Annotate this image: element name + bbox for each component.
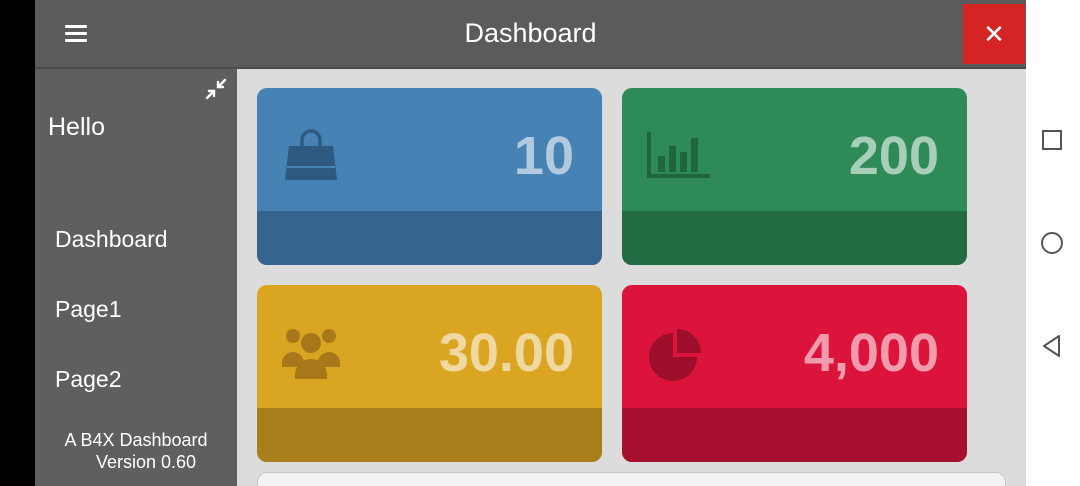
stat-card-4[interactable]: 4,000: [622, 285, 967, 462]
page-title: Dashboard: [464, 18, 597, 48]
system-navigation-bar: [1026, 0, 1080, 486]
square-recents-icon[interactable]: [1040, 128, 1064, 157]
shopping-bag-icon: [281, 126, 341, 186]
sidebar-item-page1[interactable]: Page1: [35, 286, 237, 332]
card-footer-band: [257, 211, 602, 265]
greeting-text: Hello: [48, 113, 105, 141]
sidebar-footer: A B4X Dashboard Version 0.60: [35, 429, 237, 473]
card-value: 30.00: [438, 323, 574, 383]
collapse-arrows-icon[interactable]: [205, 78, 227, 100]
top-bar: Dashboard ✕: [35, 0, 1026, 69]
card-footer-band: [622, 408, 967, 462]
close-button[interactable]: ✕: [963, 4, 1025, 64]
sidebar-item-dashboard[interactable]: Dashboard: [35, 216, 237, 262]
users-group-icon: [281, 323, 341, 383]
pie-chart-icon: [646, 323, 706, 383]
stat-card-3[interactable]: 30.00: [257, 285, 602, 462]
card-value: 10: [513, 126, 574, 186]
card-value: 200: [848, 126, 939, 186]
bar-chart-icon: [646, 126, 710, 186]
bottom-panel: [257, 472, 1006, 486]
card-value: 4,000: [803, 323, 939, 383]
sidebar-item-page2[interactable]: Page2: [35, 356, 237, 402]
close-icon: ✕: [983, 19, 1005, 49]
hamburger-icon[interactable]: [61, 22, 89, 46]
footer-version: Version 0.60: [95, 452, 197, 472]
sidebar: Hello Dashboard Page1 Page2 A B4X Dashbo…: [35, 69, 237, 486]
card-footer-band: [257, 408, 602, 462]
circle-home-icon[interactable]: [1040, 230, 1064, 261]
triangle-back-icon[interactable]: [1040, 333, 1064, 364]
app-window: Dashboard ✕ Hello Dashboard Page1 Page2 …: [35, 0, 1026, 486]
stat-card-1[interactable]: 10: [257, 88, 602, 265]
stat-card-2[interactable]: 200: [622, 88, 967, 265]
footer-app-name: A B4X Dashboard: [64, 430, 208, 450]
card-footer-band: [622, 211, 967, 265]
